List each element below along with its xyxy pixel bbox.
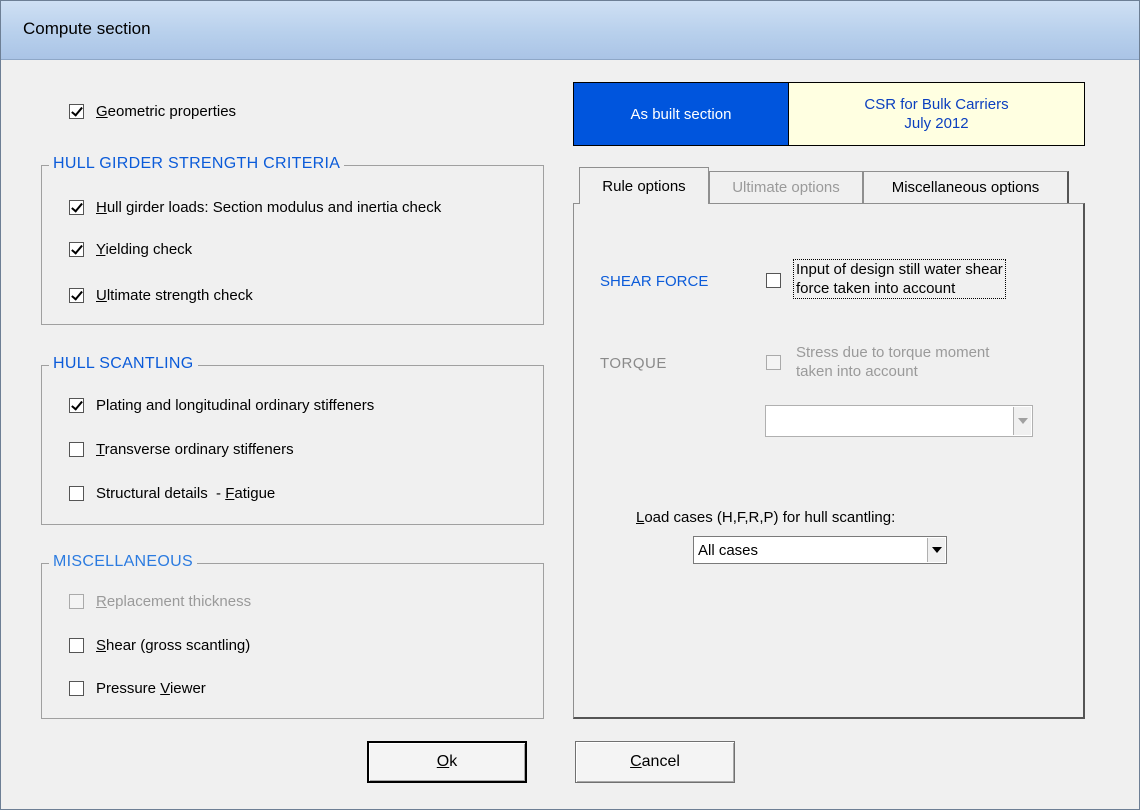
- yielding-check-checkbox[interactable]: Yielding check: [69, 241, 192, 258]
- plating-stiffeners-checkbox[interactable]: Plating and longitudinal ordinary stiffe…: [69, 397, 374, 414]
- hull-girder-loads-checkbox[interactable]: Hull girder loads: Section modulus and i…: [69, 199, 441, 216]
- torque-combo[interactable]: [765, 405, 1033, 437]
- as-built-section-button[interactable]: As built section: [573, 82, 789, 146]
- replacement-thickness-checkbox[interactable]: Replacement thickness: [69, 593, 251, 610]
- shear-force-checkbox[interactable]: [766, 273, 793, 288]
- window-title: Compute section: [23, 19, 151, 38]
- torque-heading: TORQUE: [600, 355, 667, 372]
- csr-rule-button[interactable]: CSR for Bulk Carriers July 2012: [789, 82, 1085, 146]
- torque-checkbox[interactable]: [766, 355, 793, 370]
- title-bar[interactable]: Compute section: [1, 1, 1139, 60]
- tab-ultimate-options[interactable]: Ultimate options: [709, 171, 863, 203]
- shear-force-heading: SHEAR FORCE: [600, 273, 709, 290]
- shear-gross-scantling-checkbox[interactable]: Shear (gross scantling): [69, 637, 250, 654]
- load-cases-select[interactable]: All cases: [693, 536, 947, 564]
- cancel-button[interactable]: Cancel: [575, 741, 735, 783]
- tab-rule-options[interactable]: Rule options: [579, 167, 709, 204]
- geometric-properties-checkbox[interactable]: Geometric properties: [69, 103, 236, 120]
- shear-force-label[interactable]: Input of design still water shear force …: [793, 259, 1006, 299]
- structural-details-fatigue-checkbox[interactable]: Structural details - Fatigue: [69, 485, 275, 502]
- tab-miscellaneous-options[interactable]: Miscellaneous options: [863, 171, 1069, 203]
- checkbox-box[interactable]: [69, 104, 84, 119]
- hull-girder-strength-legend: HULL GIRDER STRENGTH CRITERIA: [49, 155, 345, 173]
- transverse-stiffeners-checkbox[interactable]: Transverse ordinary stiffeners: [69, 441, 294, 458]
- hull-scantling-legend: HULL SCANTLING: [49, 355, 198, 373]
- torque-label: Stress due to torque moment taken into a…: [796, 344, 990, 380]
- load-cases-label: Load cases (H,F,R,P) for hull scantling:: [636, 509, 896, 526]
- pressure-viewer-checkbox[interactable]: Pressure Viewer: [69, 680, 206, 697]
- ultimate-strength-checkbox[interactable]: Ultimate strength check: [69, 287, 253, 304]
- chevron-down-icon[interactable]: [927, 538, 945, 562]
- compute-section-dialog: Compute section Geometric properties HUL…: [0, 0, 1140, 810]
- chevron-down-icon[interactable]: [1013, 407, 1031, 435]
- ok-button[interactable]: Ok: [367, 741, 527, 783]
- miscellaneous-legend: MISCELLANEOUS: [49, 553, 197, 571]
